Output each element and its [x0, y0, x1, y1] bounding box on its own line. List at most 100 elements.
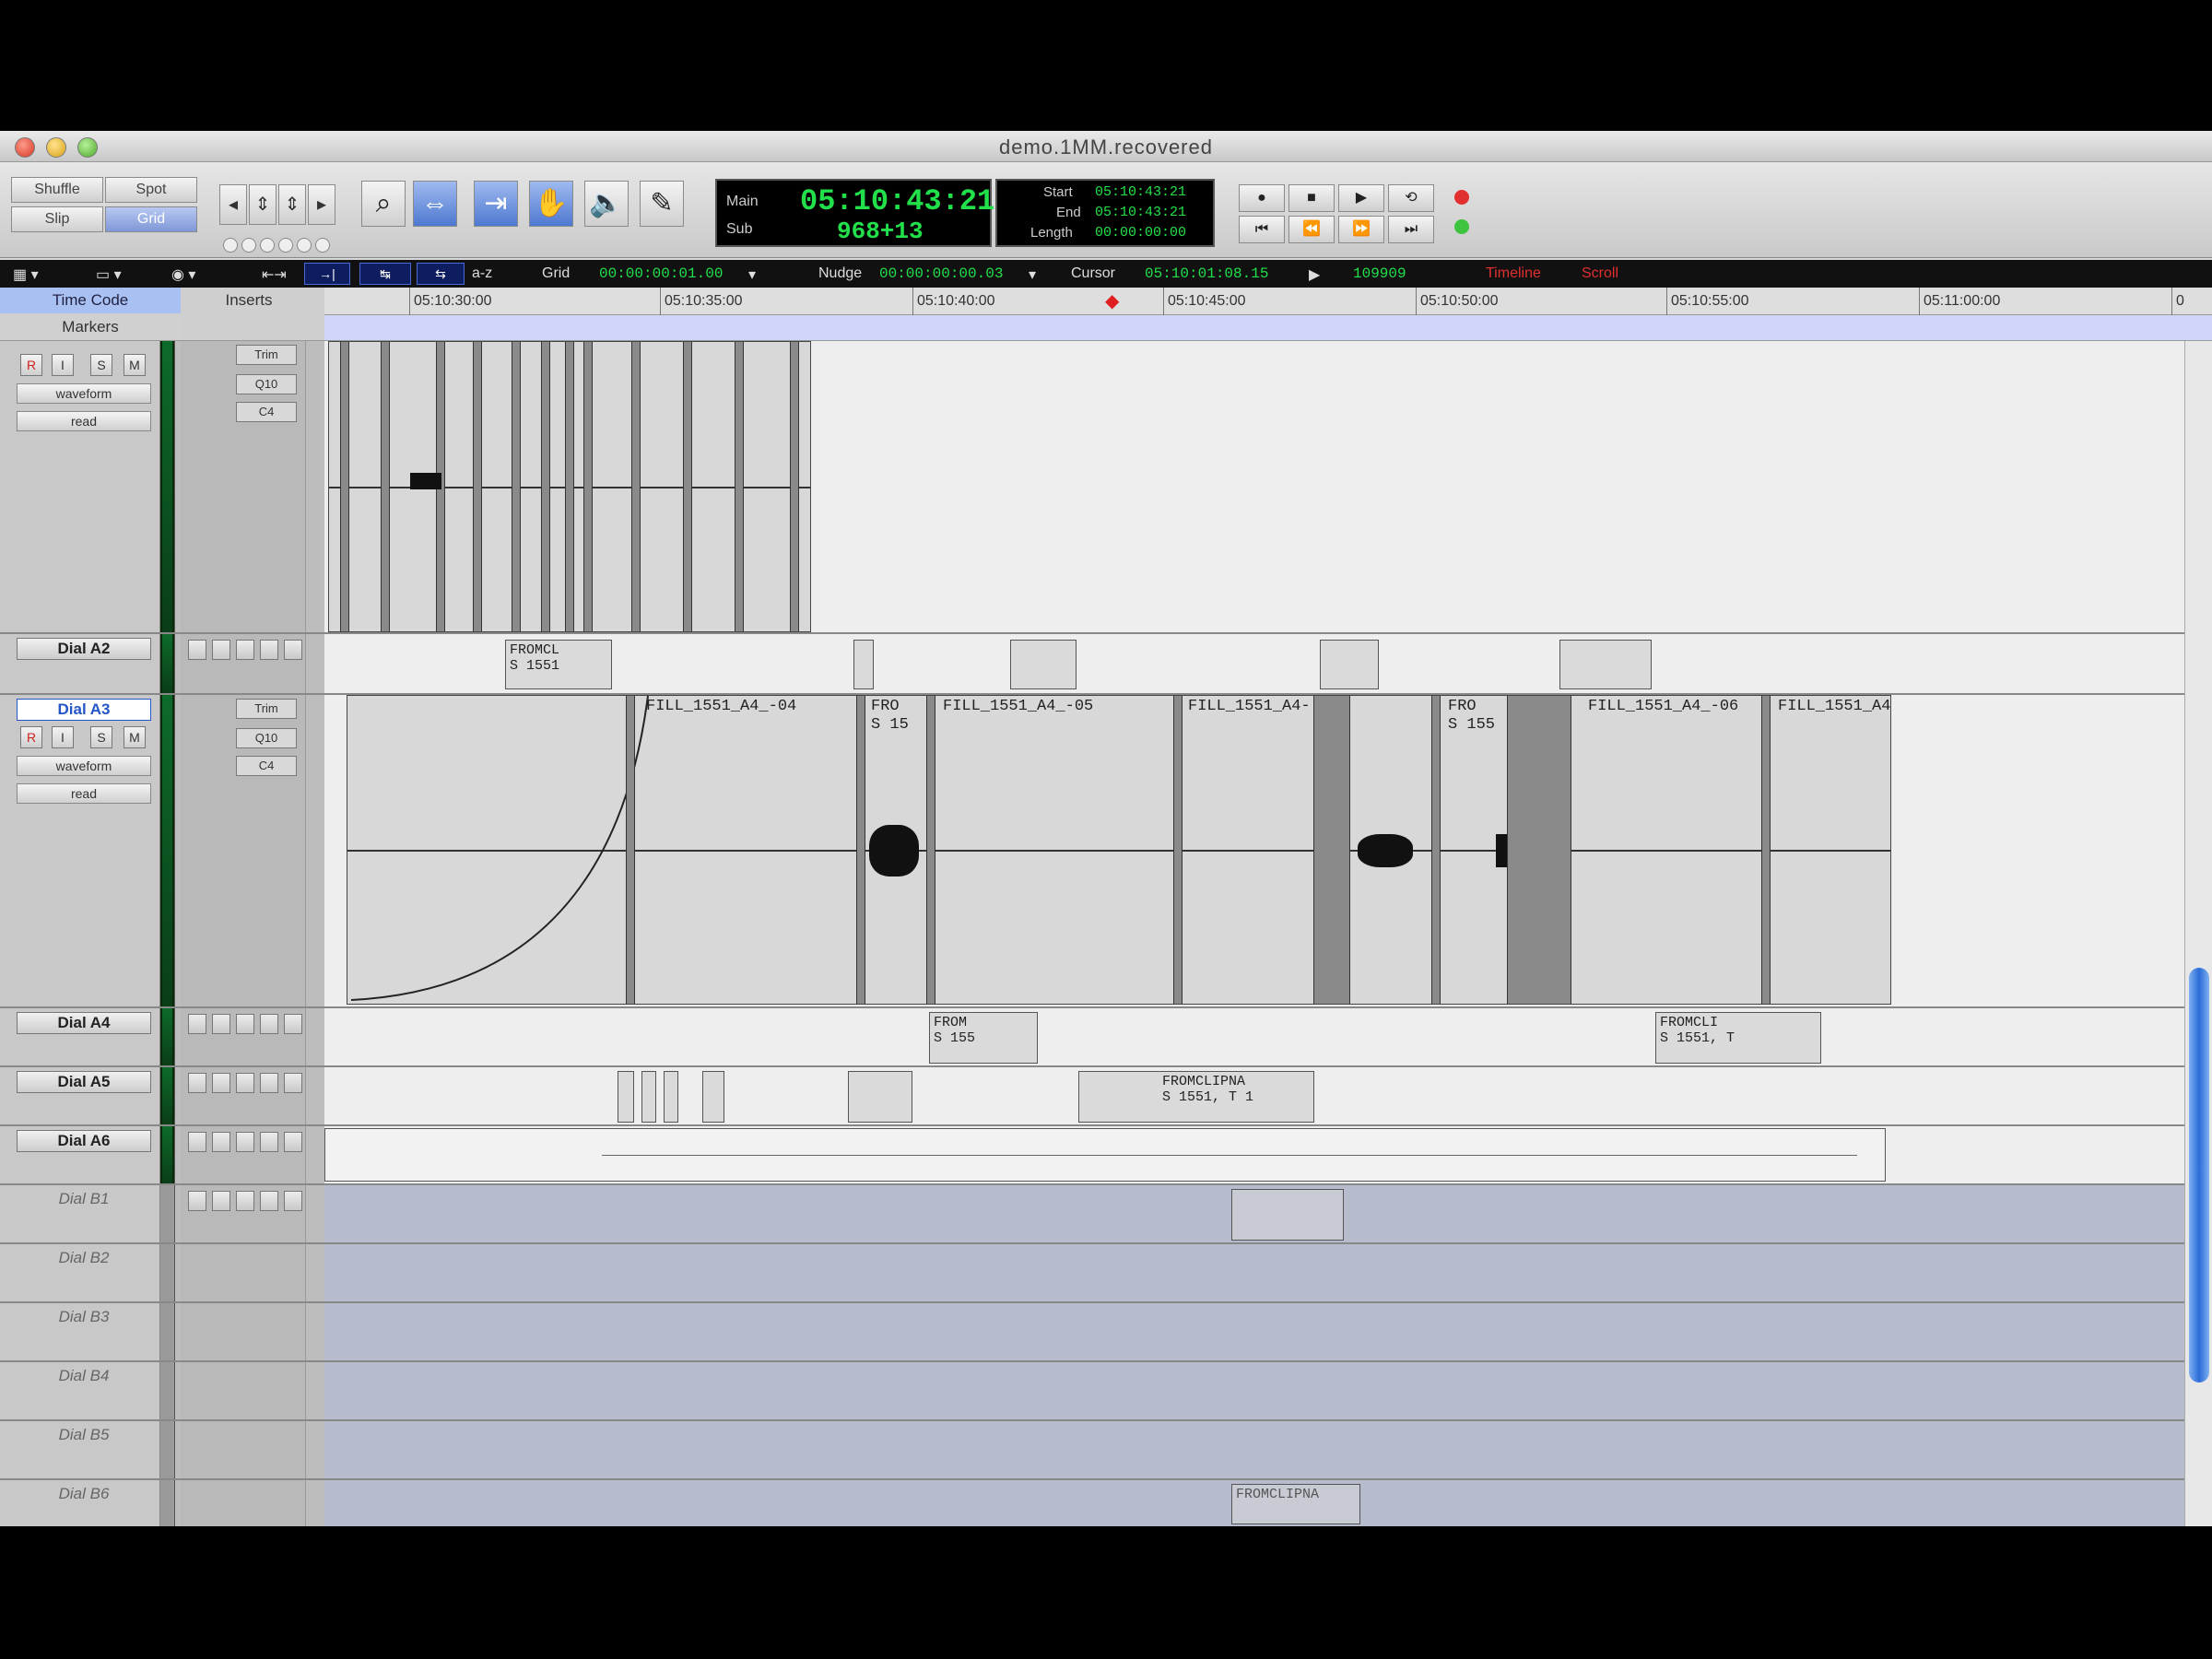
shuffle-mode-button[interactable]: Shuffle	[11, 177, 103, 203]
insert-slot[interactable]	[284, 1073, 302, 1093]
track-name[interactable]: Dial A3	[17, 699, 151, 721]
scrollbar-thumb[interactable]	[2189, 968, 2209, 1382]
insert-slot[interactable]	[212, 1014, 230, 1034]
zoom-preset-1[interactable]	[223, 238, 238, 253]
track-playlist-area[interactable]: FROMCLIPNA S 1551, T 1	[324, 1067, 2186, 1124]
playhead-marker-icon[interactable]: ◆	[1105, 289, 1119, 312]
track-playlist-area[interactable]: FROM S 155 FROMCLI S 1551, T	[324, 1008, 2186, 1065]
loop-button-icon[interactable]: ⟲	[1388, 184, 1434, 212]
zoomer-tool-icon[interactable]: ⌕	[361, 181, 406, 227]
audio-clip[interactable]: FROMCLI S 1551, T	[1655, 1012, 1821, 1064]
solo-button[interactable]: S	[90, 354, 112, 376]
markers-ruler[interactable]	[324, 315, 2212, 341]
insert-slot[interactable]	[260, 640, 278, 660]
audio-clip[interactable]: FROM S 155	[929, 1012, 1038, 1064]
track-playlist-area[interactable]: FILL_1551_A4_-04 FRO S 15 FILL_1551_A4_-0…	[324, 695, 2186, 1006]
track-view-selector[interactable]: waveform	[17, 756, 151, 776]
audio-clip[interactable]	[618, 1071, 634, 1123]
audio-clip[interactable]: FILL_1551_A4-	[1182, 696, 1312, 1004]
automation-mode-selector[interactable]: read	[17, 783, 151, 804]
record-enable-icon[interactable]	[1454, 190, 1469, 205]
track-playlist-area[interactable]	[324, 1126, 2186, 1183]
track-playlist-area[interactable]	[324, 1303, 2186, 1360]
online-button-icon[interactable]: ●	[1239, 184, 1285, 212]
zoom-preset-3[interactable]	[260, 238, 275, 253]
slip-mode-button[interactable]: Slip	[11, 206, 103, 232]
insert-slot[interactable]	[260, 1191, 278, 1211]
insert-slot[interactable]	[260, 1014, 278, 1034]
track-playlist-area[interactable]: FROMCLIPNA	[324, 1480, 2186, 1526]
audio-clip[interactable]	[848, 1071, 912, 1123]
grid-value[interactable]: 00:00:00:01.00	[599, 265, 723, 282]
audio-clip[interactable]: FROMCLIPNA	[1231, 1484, 1360, 1524]
title-bar[interactable]: demo.1MM.recovered	[0, 131, 2212, 162]
record-enable-button[interactable]: R	[20, 354, 42, 376]
audio-clip[interactable]	[1559, 640, 1652, 689]
mute-button[interactable]: M	[124, 726, 146, 748]
solo-button[interactable]: S	[90, 726, 112, 748]
fast-forward-button-icon[interactable]: ⏩	[1338, 216, 1384, 243]
insert-slot[interactable]	[188, 1191, 206, 1211]
track-playlist-area[interactable]	[324, 1421, 2186, 1478]
insert-slot[interactable]	[212, 640, 230, 660]
edit-window-menu-icon[interactable]: ▭ ▾	[96, 265, 122, 284]
insert-slot[interactable]	[236, 1132, 254, 1152]
zoom-in-horizontal-icon[interactable]: ▸	[308, 184, 335, 225]
mute-button[interactable]: M	[124, 354, 146, 376]
insert-slot[interactable]	[260, 1132, 278, 1152]
track-name[interactable]: Dial A6	[17, 1130, 151, 1152]
audio-clip[interactable]	[1010, 640, 1077, 689]
insert-slot[interactable]	[236, 1073, 254, 1093]
rewind-button-icon[interactable]: ⏪	[1288, 216, 1335, 243]
insert-trim[interactable]: Trim	[236, 345, 297, 365]
track-name[interactable]: Dial B3	[17, 1307, 151, 1329]
grid-dropdown-icon[interactable]: ▾	[748, 265, 756, 284]
timeline-label[interactable]: Timeline	[1486, 265, 1541, 282]
scrubber-tool-icon[interactable]: 🔈	[584, 181, 629, 227]
audio-clip[interactable]: FROMCL S 1551	[505, 640, 612, 689]
spot-mode-button[interactable]: Spot	[105, 177, 197, 203]
mirror-midi-button[interactable]: ↹	[359, 263, 411, 285]
timecode-ruler[interactable]: 05:10:30:00 05:10:35:00 05:10:40:00 05:1…	[324, 288, 2212, 315]
track-playlist-area[interactable]	[324, 1244, 2186, 1301]
insert-slot[interactable]	[236, 640, 254, 660]
insert-slot[interactable]	[212, 1132, 230, 1152]
track-playlist-area[interactable]	[324, 1185, 2186, 1242]
go-to-end-icon[interactable]: ⏭	[1388, 216, 1434, 243]
audio-clip[interactable]: FILL_1551_A4_-04	[641, 696, 865, 1004]
insert-slot[interactable]	[188, 1132, 206, 1152]
audio-clip[interactable]: FILL_1551_A4_-05	[937, 696, 1173, 1004]
insert-slot[interactable]	[260, 1073, 278, 1093]
automation-mode-selector[interactable]: read	[17, 411, 151, 431]
track-name[interactable]: Dial B6	[17, 1484, 151, 1506]
insert-slot[interactable]	[284, 640, 302, 660]
audio-clip[interactable]	[1320, 640, 1379, 689]
track-name[interactable]: Dial A2	[17, 638, 151, 660]
zoom-midi-icon[interactable]: ⇕	[278, 184, 306, 225]
zoom-preset-4[interactable]	[278, 238, 293, 253]
trim-tool-icon[interactable]: ⇔	[413, 181, 457, 227]
audio-clip[interactable]: FROMCLIPNA S 1551, T 1	[1078, 1071, 1314, 1123]
insert-slot[interactable]	[236, 1191, 254, 1211]
insert-slot[interactable]	[188, 1014, 206, 1034]
timecode-ruler-label[interactable]: Time Code	[0, 288, 181, 313]
record-enable-button[interactable]: R	[20, 726, 42, 748]
track-playlist-area[interactable]: FROMCL S 1551	[324, 634, 2186, 693]
grid-mode-button[interactable]: Grid	[105, 206, 197, 232]
zoom-audio-icon[interactable]: ⇕	[249, 184, 276, 225]
zoom-out-horizontal-icon[interactable]: ◂	[219, 184, 247, 225]
audio-clip[interactable]	[324, 1128, 1886, 1182]
track-list-toggle-icon[interactable]: ▦ ▾	[13, 265, 39, 284]
audio-clip-group[interactable]	[328, 341, 811, 632]
link-icon[interactable]: ⇤⇥	[262, 265, 287, 284]
input-monitor-button[interactable]: I	[52, 726, 74, 748]
view-options-icon[interactable]: ◉ ▾	[171, 265, 195, 284]
insert-slot[interactable]	[236, 1014, 254, 1034]
insert-slot[interactable]	[212, 1191, 230, 1211]
track-playlist-area[interactable]	[324, 1362, 2186, 1419]
audio-clip[interactable]: FRO S 155	[1442, 696, 1501, 1004]
audio-clip[interactable]	[664, 1071, 678, 1123]
return-to-zero-icon[interactable]: ⏮	[1239, 216, 1285, 243]
zoom-preset-6[interactable]	[315, 238, 330, 253]
audio-clip[interactable]: FILL_1551_A4-	[1772, 696, 1890, 1004]
